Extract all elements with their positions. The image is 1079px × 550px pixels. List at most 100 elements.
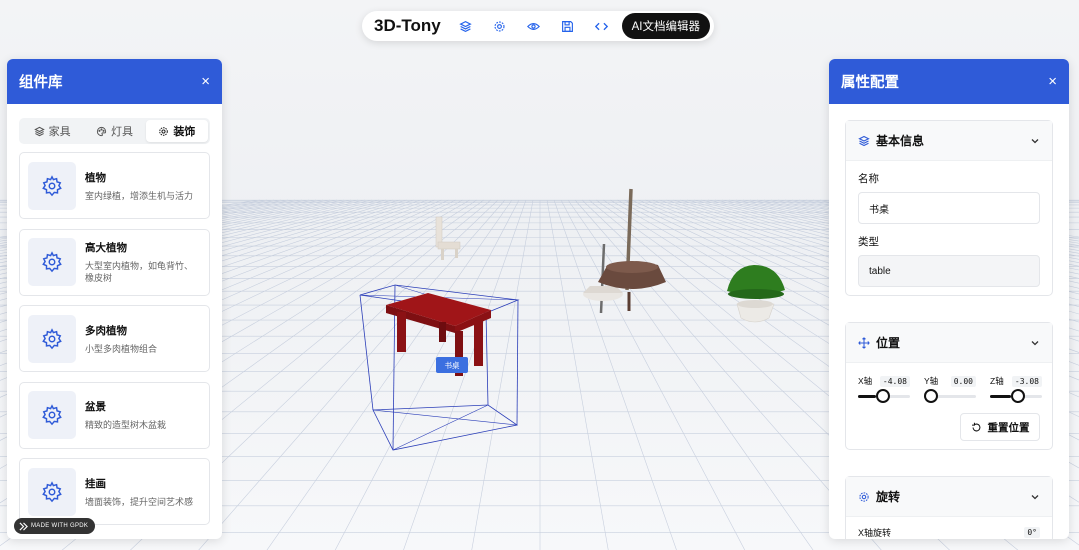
move-icon [858,336,870,349]
axis-value[interactable]: -4.08 [879,375,910,387]
section-header-rotation[interactable]: 旋转 [846,477,1052,517]
axis-header: Y轴 0.00 [924,375,976,387]
axis-header: X轴 -4.08 [858,375,910,387]
position-axes: X轴 -4.08 Y轴 0.00 Z轴 -3.08 [858,375,1042,403]
chevron-down-icon [1031,340,1039,345]
ai-editor-button[interactable]: AI文档编辑器 [621,13,710,39]
component-item[interactable]: 多肉植物 小型多肉植物组合 [19,305,210,372]
rotation-x-row: X轴旋转 0° [858,526,1040,539]
panel-header: 组件库 × [7,59,222,104]
axis-label: Z轴 [990,376,1004,386]
item-description: 小型多肉植物组合 [85,343,158,354]
properties-panel: 属性配置 × 基本信息 名称 书桌 类型 table 位置 X轴 -4.08 Y… [829,59,1069,539]
palette-icon [96,126,107,136]
axis-slider[interactable] [924,389,976,403]
eye-icon [527,22,541,30]
item-description: 大型室内植物，如龟背竹、橡皮树 [85,261,194,283]
reset-icon [971,422,980,431]
slider-fill [858,395,877,398]
section-title: 旋转 [876,490,901,504]
axis-control: X轴 -4.08 [858,375,910,403]
settings-button[interactable] [485,14,515,38]
logo-icon [19,521,28,531]
slider-thumb[interactable] [876,389,891,403]
item-title: 多肉植物 [85,324,127,337]
axis-value[interactable]: 0.00 [950,375,976,387]
made-with-badge[interactable]: MADE WITH GPDK [14,518,96,534]
tab-lighting[interactable]: 灯具 [83,120,145,142]
slider-thumb[interactable] [924,389,938,403]
chevron-down-icon [1031,138,1039,143]
component-list: 植物 室内绿植，增添生机与活力 高大植物 大型室内植物，如龟背竹、橡皮树 多肉植… [7,152,222,525]
position-section: 位置 X轴 -4.08 Y轴 0.00 Z轴 -3.08 重置位置 [845,322,1053,450]
app-title: 3D-Tony [374,16,441,35]
tab-furniture[interactable]: 家具 [21,120,83,142]
rotation-section: 旋转 X轴旋转 0° [845,476,1053,539]
axis-label: Y轴 [924,376,939,386]
section-title: 基本信息 [876,134,925,148]
layers-icon [459,20,472,32]
type-field: table [858,255,1040,287]
rotation-x-value: 0° [1024,527,1040,538]
gear-icon [859,491,869,502]
layers-button[interactable] [451,14,481,38]
item-title: 高大植物 [85,242,127,254]
item-description: 墙面装饰，提升空间艺术感 [85,496,194,507]
item-description: 精致的造型树木盆栽 [85,420,167,430]
axis-slider[interactable] [990,389,1042,403]
section-header-basic[interactable]: 基本信息 [846,121,1052,161]
layers-icon [33,126,45,136]
component-library-panel: 组件库 × 家具 灯具 装饰 植物 室内绿植，增添生机与活力 高大植物 大型室内… [7,59,222,539]
section-title: 位置 [876,336,901,350]
gear-icon [159,126,169,136]
component-item[interactable]: 植物 室内绿植，增添生机与活力 [19,152,210,219]
slider-thumb[interactable] [1010,389,1025,403]
category-tabs: 家具 灯具 装饰 [19,118,210,144]
basic-info-section: 基本信息 名称 书桌 类型 table [845,120,1053,296]
rotation-x-label: X轴旋转 [858,528,892,538]
reset-label: 重置位置 [987,421,1030,434]
close-icon[interactable]: × [201,73,210,90]
component-item[interactable]: 挂画 墙面装饰，提升空间艺术感 [19,458,210,525]
panel-title: 组件库 [19,75,63,91]
top-toolbar: 3D-Tony AI文档编辑器 [362,11,714,41]
name-field[interactable]: 书桌 [858,192,1040,224]
badge-text: MADE WITH GPDK [31,523,89,529]
tab-label: 灯具 [110,126,133,138]
item-description: 室内绿植，增添生机与活力 [85,190,194,201]
component-item[interactable]: 高大植物 大型室内植物，如龟背竹、橡皮树 [19,228,210,296]
panel-title: 属性配置 [841,75,899,91]
item-text: 高大植物 大型室内植物，如龟背竹、橡皮树 [85,240,197,284]
axis-slider[interactable] [858,389,910,403]
gear-icon [28,391,76,439]
axis-value[interactable]: -3.08 [1011,375,1042,387]
section-header-position[interactable]: 位置 [846,323,1052,363]
tab-label: 家具 [48,126,71,138]
name-label: 名称 [858,173,879,185]
code-icon [595,22,609,30]
item-text: 植物 室内绿植，增添生机与活力 [85,170,197,202]
gear-icon [28,467,76,516]
code-button[interactable] [587,14,617,38]
component-item[interactable]: 盆景 精致的造型树木盆栽 [19,381,210,449]
item-text: 多肉植物 小型多肉植物组合 [85,323,197,355]
selected-object-label: 书桌 [436,357,468,373]
tab-label: 装饰 [173,126,196,138]
item-title: 挂画 [85,477,106,490]
tab-decoration[interactable]: 装饰 [145,120,208,142]
item-title: 盆景 [85,401,106,413]
save-button[interactable] [553,14,583,38]
close-icon[interactable]: × [1048,73,1057,90]
panel-header: 属性配置 × [829,59,1069,104]
axis-label: X轴 [858,376,873,386]
item-text: 盆景 精致的造型树木盆栽 [85,399,197,431]
reset-position-button[interactable]: 重置位置 [960,413,1040,441]
preview-button[interactable] [519,14,549,38]
axis-header: Z轴 -3.08 [990,375,1042,387]
item-text: 挂画 墙面装饰，提升空间艺术感 [85,476,197,508]
axis-control: Y轴 0.00 [924,375,976,403]
slider-fill [990,395,1011,398]
gear-icon [28,238,76,286]
type-label: 类型 [858,236,879,248]
item-title: 植物 [85,171,106,184]
